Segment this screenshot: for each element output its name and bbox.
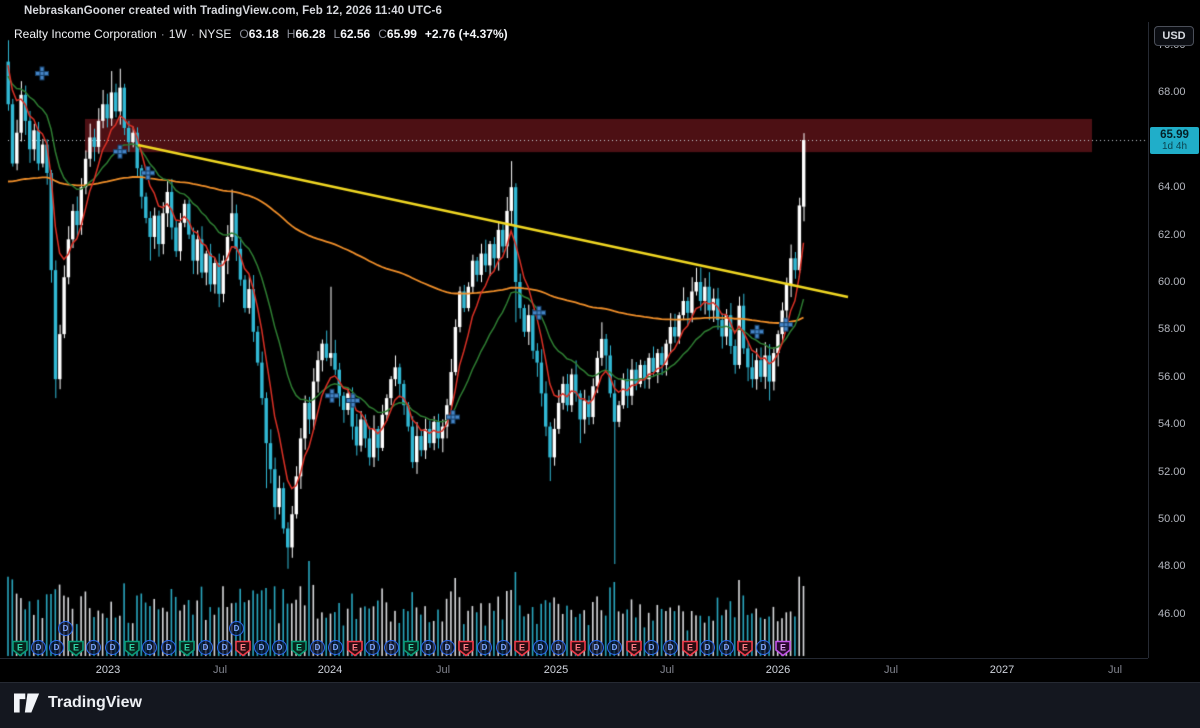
svg-text:E: E [129, 643, 135, 653]
dividend-badge[interactable]: D [644, 640, 659, 655]
price-chart-canvas[interactable] [0, 0, 1200, 728]
dividend-badge[interactable]: D [477, 640, 492, 655]
svg-text:E: E [240, 643, 246, 653]
price-tick-label: 52.00 [1158, 466, 1186, 478]
dividend-badge[interactable]: D [86, 640, 101, 655]
time-axis-year-label: 2026 [766, 664, 790, 676]
dividend-badge[interactable]: D [365, 640, 380, 655]
last-price-value: 65.99 [1150, 129, 1199, 141]
dividend-badge[interactable]: D [589, 640, 604, 655]
time-axis-month-label: Jul [1108, 664, 1122, 676]
tradingview-wordmark: TradingView [48, 694, 142, 712]
dividend-badge[interactable]: D [533, 640, 548, 655]
dividend-badge[interactable]: D [229, 621, 244, 636]
legend-separator: · [187, 27, 199, 41]
open-value: 63.18 [249, 27, 279, 41]
dividend-badge[interactable]: D [31, 640, 46, 655]
close-value: 65.99 [387, 27, 417, 41]
time-axis-year-label: 2024 [318, 664, 342, 676]
dividend-badge[interactable]: D [440, 640, 455, 655]
watermark-text: NebraskanGooner created with TradingView… [24, 5, 442, 17]
svg-text:E: E [575, 643, 581, 653]
dividend-badge[interactable]: D [328, 640, 343, 655]
time-axis-year-label: 2025 [544, 664, 568, 676]
dividend-badge[interactable]: D [161, 640, 176, 655]
dividend-badge[interactable]: D [217, 640, 232, 655]
last-price-badge: 65.99 1d 4h [1150, 127, 1199, 154]
svg-text:E: E [687, 643, 693, 653]
price-tick-label: 54.00 [1158, 418, 1186, 430]
legend-separator: · [157, 27, 169, 41]
open-label: O [239, 27, 248, 41]
time-axis-year-label: 2027 [990, 664, 1014, 676]
change-value: +2.76 (+4.37%) [425, 27, 508, 41]
dividend-badge[interactable]: D [384, 640, 399, 655]
svg-text:E: E [17, 643, 23, 653]
dividend-badge[interactable]: D [198, 640, 213, 655]
svg-text:E: E [296, 643, 302, 653]
tradingview-chart-window: NebraskanGooner created with TradingView… [0, 0, 1200, 728]
dividend-badge[interactable]: D [58, 621, 73, 636]
svg-text:E: E [73, 643, 79, 653]
symbol-legend[interactable]: Realty Income Corporation·1W·NYSEO63.18H… [14, 27, 508, 41]
price-tick-label: 46.00 [1158, 608, 1186, 620]
dividend-badge[interactable]: D [49, 640, 64, 655]
dividend-badge[interactable]: D [607, 640, 622, 655]
time-axis-month-label: Jul [660, 664, 674, 676]
dividend-badge[interactable]: D [700, 640, 715, 655]
high-value: 66.28 [295, 27, 325, 41]
svg-text:E: E [780, 643, 786, 653]
watermark-bar: NebraskanGooner created with TradingView… [0, 0, 1200, 22]
dividend-badge[interactable]: D [310, 640, 325, 655]
tradingview-logo-icon [14, 693, 40, 713]
dividend-badge[interactable]: D [105, 640, 120, 655]
dividend-badge[interactable]: D [421, 640, 436, 655]
time-axis-month-label: Jul [436, 664, 450, 676]
price-tick-label: 64.00 [1158, 181, 1186, 193]
interval-label[interactable]: 1W [169, 27, 187, 41]
svg-text:E: E [184, 643, 190, 653]
price-tick-label: 48.00 [1158, 560, 1186, 572]
dividend-badge[interactable]: D [254, 640, 269, 655]
bar-countdown: 1d 4h [1150, 141, 1199, 152]
footer-bar: TradingView [0, 682, 1200, 728]
svg-text:E: E [463, 643, 469, 653]
svg-text:E: E [742, 643, 748, 653]
symbol-name[interactable]: Realty Income Corporation [14, 27, 157, 41]
tradingview-brand[interactable]: TradingView [14, 693, 142, 713]
dividend-badge[interactable]: D [551, 640, 566, 655]
time-axis-year-label: 2023 [96, 664, 120, 676]
price-axis[interactable]: USD 65.99 1d 4h 70.0068.0066.0064.0062.0… [1148, 22, 1200, 658]
low-value: 62.56 [340, 27, 370, 41]
dividend-badge[interactable]: D [272, 640, 287, 655]
currency-button[interactable]: USD [1154, 26, 1194, 46]
svg-text:E: E [631, 643, 637, 653]
price-tick-label: 68.00 [1158, 86, 1186, 98]
price-tick-label: 60.00 [1158, 276, 1186, 288]
price-tick-label: 50.00 [1158, 513, 1186, 525]
dividend-badge[interactable]: D [756, 640, 771, 655]
svg-text:E: E [519, 643, 525, 653]
svg-text:E: E [408, 643, 414, 653]
price-tick-label: 58.00 [1158, 323, 1186, 335]
svg-text:E: E [352, 643, 358, 653]
time-axis-month-label: Jul [884, 664, 898, 676]
price-tick-label: 62.00 [1158, 229, 1186, 241]
time-axis[interactable]: 2023 Jul 2024 Jul 2025 Jul 2026 Jul 2027 Jul [0, 658, 1148, 683]
price-tick-label: 56.00 [1158, 371, 1186, 383]
dividend-badge[interactable]: D [719, 640, 734, 655]
close-label: C [378, 27, 387, 41]
dividend-badge[interactable]: D [663, 640, 678, 655]
dividend-badge[interactable]: D [496, 640, 511, 655]
dividend-badge[interactable]: D [142, 640, 157, 655]
time-axis-month-label: Jul [213, 664, 227, 676]
exchange-label: NYSE [199, 27, 232, 41]
